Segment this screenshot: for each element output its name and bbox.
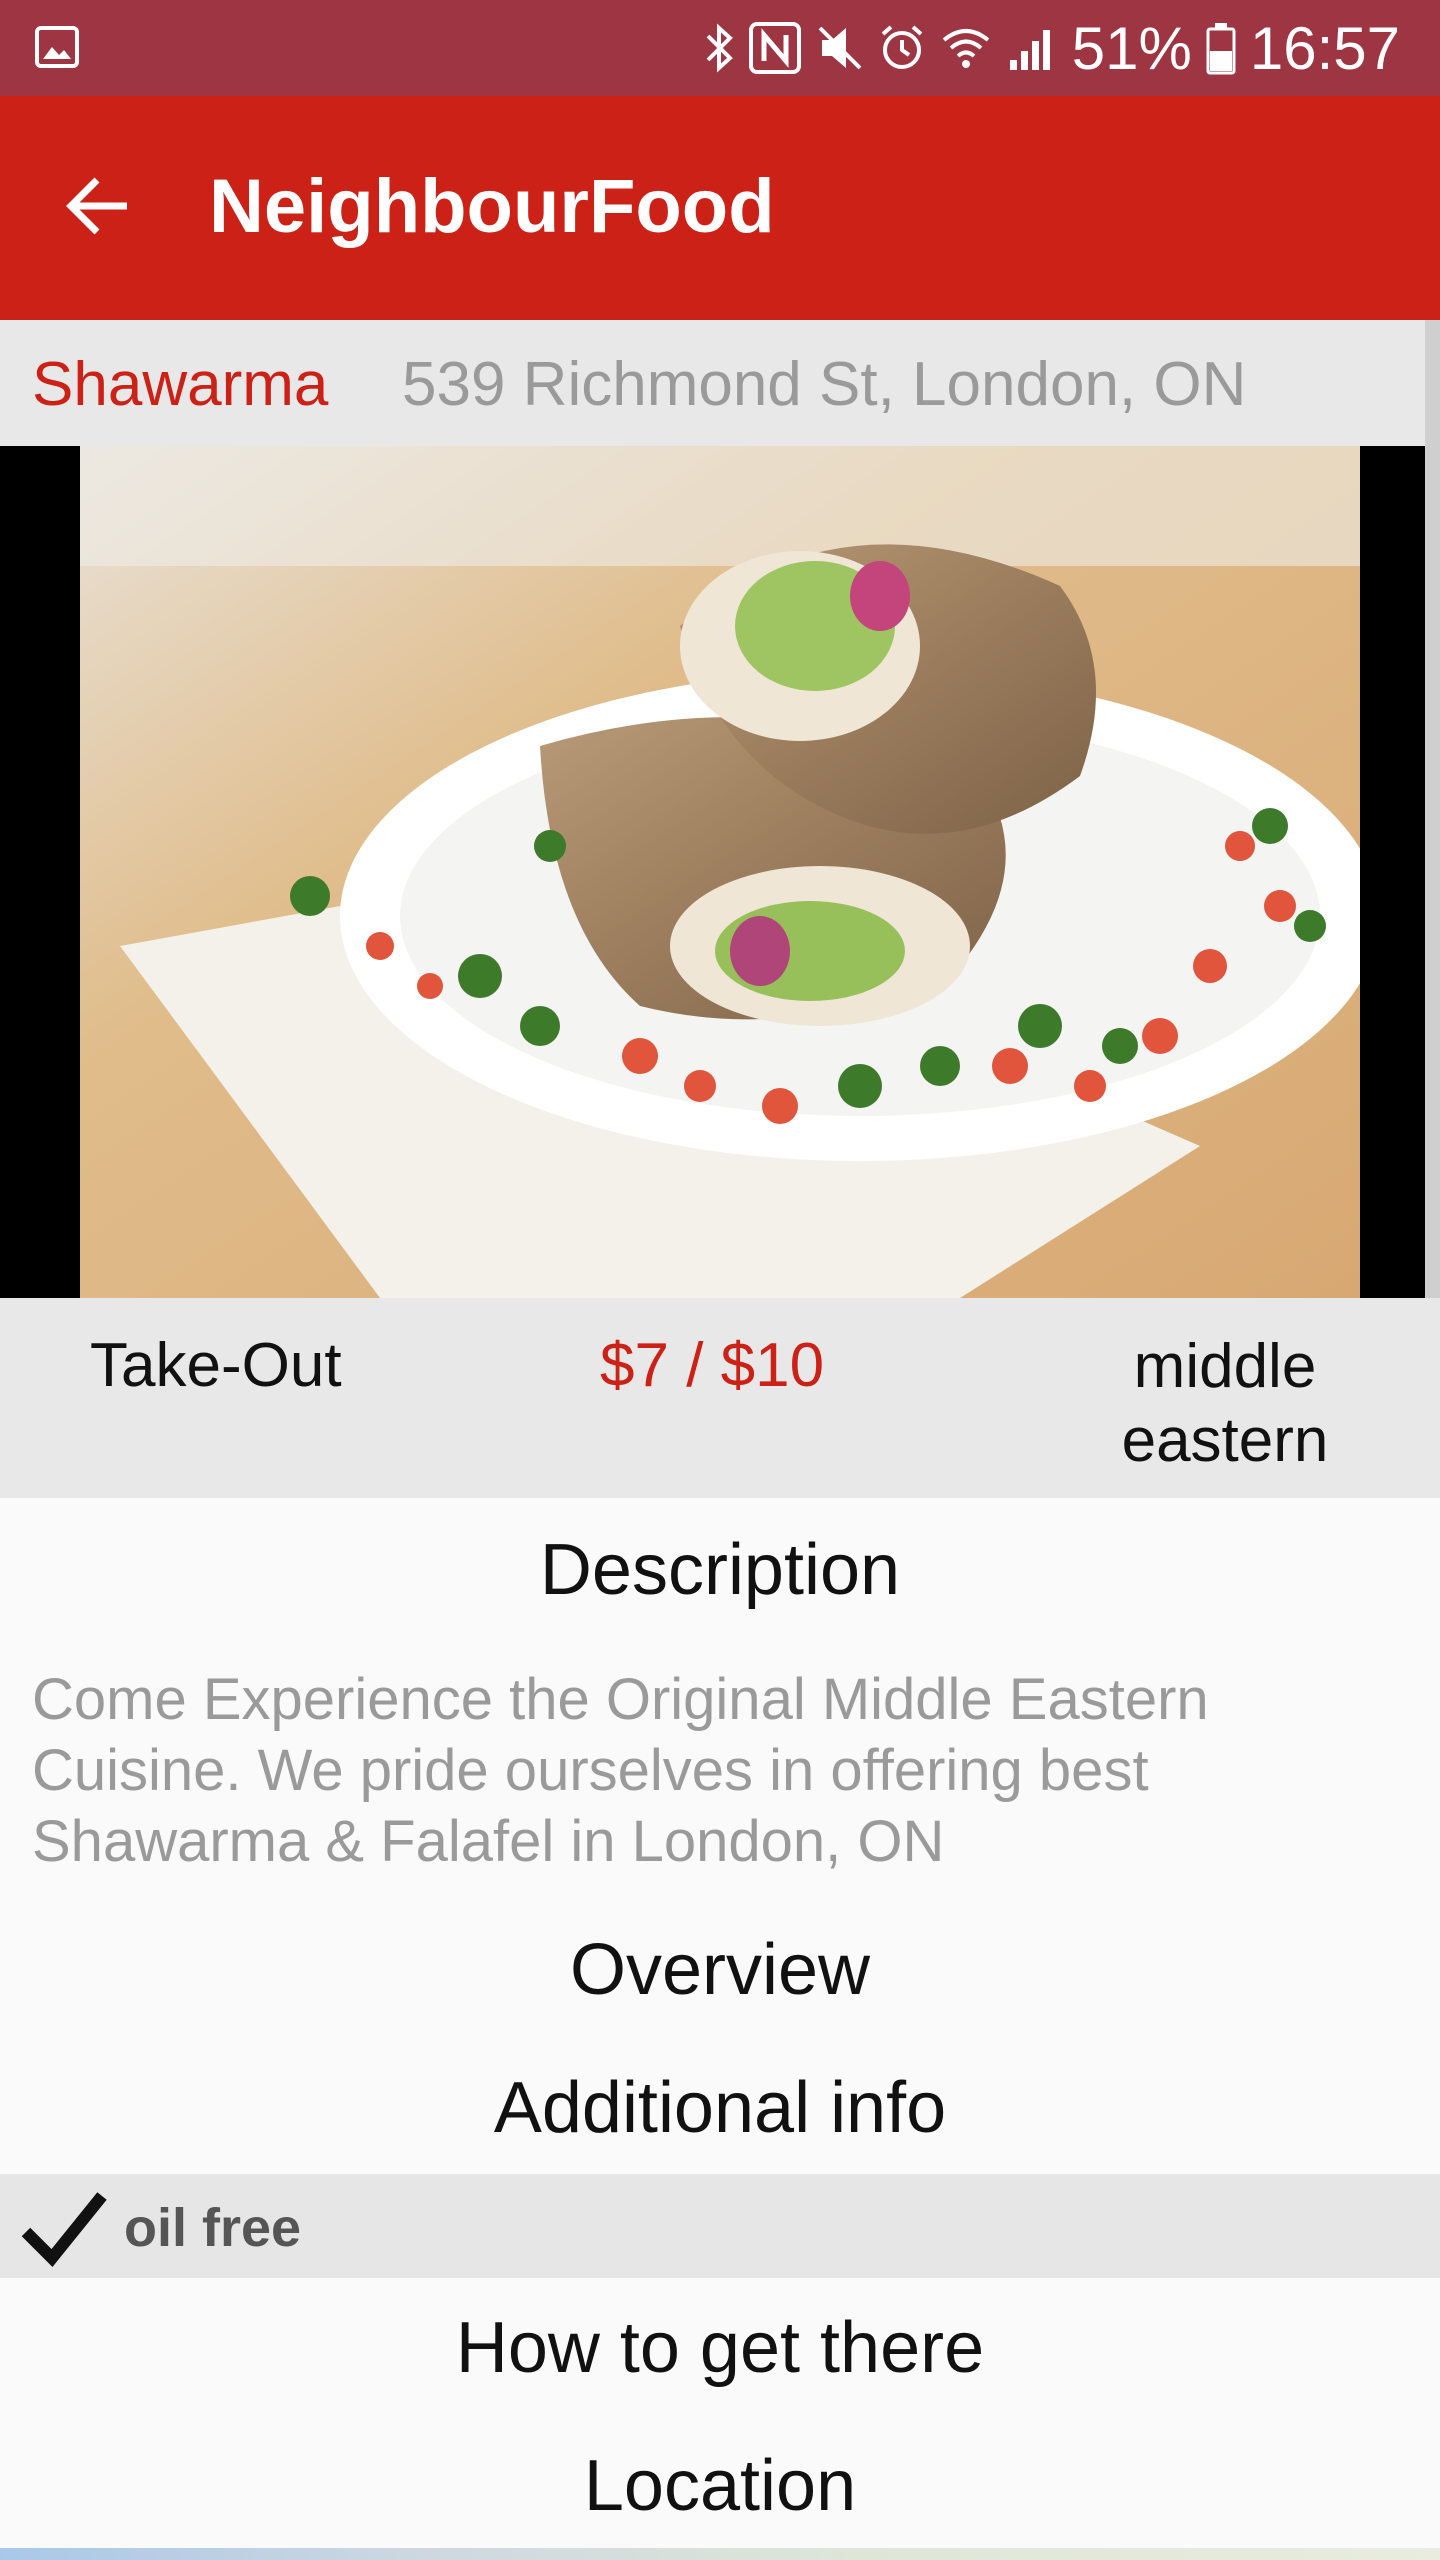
dish-photo[interactable] bbox=[80, 446, 1360, 1298]
status-icons: 51% 16:57 bbox=[704, 0, 1400, 96]
status-bar: 51% 16:57 bbox=[0, 0, 1440, 96]
dish-photo-frame bbox=[0, 446, 1425, 1298]
additional-info-title[interactable]: Additional info bbox=[0, 2066, 1440, 2150]
mute-icon bbox=[818, 26, 862, 70]
back-button[interactable] bbox=[56, 164, 140, 248]
dish-address[interactable]: 539 Richmond St, London, ON bbox=[402, 350, 1246, 420]
price: $7 / $10 bbox=[600, 1331, 825, 1400]
arrow-back-icon bbox=[66, 177, 127, 235]
dish-meta-row: Take-Out $7 / $10 middle eastern bbox=[0, 1298, 1440, 1498]
scrollbar[interactable] bbox=[1425, 320, 1440, 1400]
app-title: NeighbourFood bbox=[209, 164, 775, 249]
battery-icon bbox=[1206, 23, 1236, 75]
location-map[interactable] bbox=[0, 2548, 1440, 2560]
cuisine: middle eastern bbox=[1121, 1332, 1329, 1475]
signal-icon bbox=[1009, 30, 1050, 70]
description-text: Come Experience the Original Middle East… bbox=[32, 1667, 1209, 1874]
how-to-get-there-title[interactable]: How to get there bbox=[0, 2306, 1440, 2390]
feature-label: oil free bbox=[124, 2198, 302, 2258]
app-bar: NeighbourFood bbox=[0, 96, 1440, 320]
clock: 16:57 bbox=[1249, 14, 1400, 82]
gallery-icon bbox=[35, 26, 79, 68]
dish-name: Shawarma bbox=[32, 350, 329, 419]
alarm-icon bbox=[881, 25, 923, 69]
nfc-icon bbox=[748, 22, 801, 74]
battery-percent: 51% bbox=[1071, 14, 1192, 82]
feature-oil-free: oil free bbox=[0, 2174, 1440, 2278]
service-type: Take-Out bbox=[90, 1331, 342, 1400]
bluetooth-icon bbox=[706, 23, 733, 73]
checkmark-icon bbox=[21, 2192, 107, 2267]
dish-header: Shawarma 539 Richmond St, London, ON bbox=[0, 320, 1425, 446]
location-title[interactable]: Location bbox=[0, 2444, 1440, 2528]
wifi-icon bbox=[942, 29, 990, 68]
overview-title[interactable]: Overview bbox=[0, 1928, 1440, 2012]
description-title: Description bbox=[539, 1530, 901, 1610]
